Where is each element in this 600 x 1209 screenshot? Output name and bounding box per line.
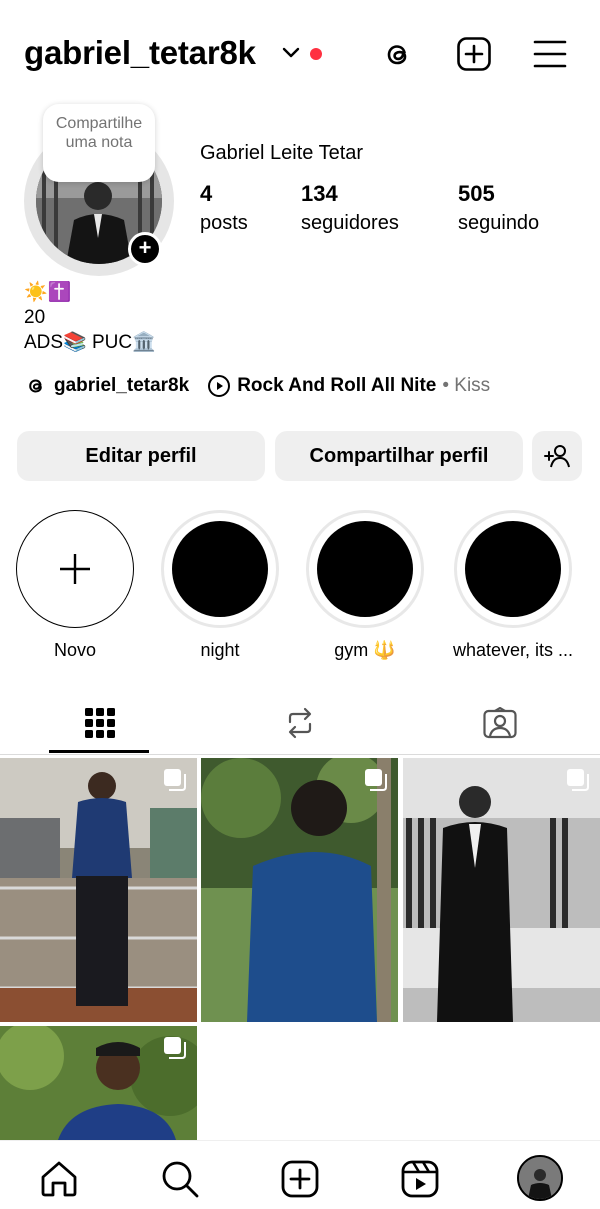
threads-icon (29, 379, 42, 393)
stat-label: seguindo (458, 212, 540, 234)
notification-dot (310, 48, 322, 60)
multiple-photos-icon (365, 769, 387, 791)
stat-posts[interactable]: 4 posts (200, 180, 248, 238)
highlight-item[interactable]: whatever, its ... (451, 510, 575, 661)
chevron-down-icon[interactable] (281, 46, 301, 60)
search-icon[interactable] (160, 1159, 200, 1199)
highlight-cover (317, 521, 413, 617)
grid-icon (85, 708, 115, 738)
note-bubble[interactable]: Compartilhe uma nota (43, 104, 155, 182)
profile-avatar[interactable] (517, 1155, 563, 1201)
highlight-label: whatever, its ... (452, 640, 574, 660)
bio: ☀️✝️ 20 ADS📚 PUC🏛️ (24, 280, 156, 355)
edit-profile-button[interactable]: Editar perfil (17, 431, 265, 481)
highlight-item[interactable]: gym 🔱 (306, 510, 424, 661)
bio-line: 20 (24, 307, 46, 328)
highlight-ring (306, 510, 424, 628)
stat-following[interactable]: 505 seguindo (458, 180, 539, 238)
tagged-icon (483, 707, 517, 739)
highlight-new[interactable]: Novo (16, 510, 134, 661)
highlight-item[interactable]: night (161, 510, 279, 661)
bio-line: ADS📚 PUC🏛️ (24, 332, 156, 353)
display-name: Gabriel Leite Tetar (200, 142, 364, 164)
username-title[interactable]: gabriel_tetar8k (24, 34, 256, 72)
stat-label: seguidores (301, 212, 399, 234)
threads-handle-link[interactable]: gabriel_tetar8k (54, 375, 189, 397)
stat-followers[interactable]: 134 seguidores (301, 180, 399, 238)
post-thumbnail[interactable] (0, 1026, 197, 1140)
highlight-cover (172, 521, 268, 617)
stat-value: 4 (200, 181, 213, 206)
tab-tagged[interactable] (400, 693, 600, 753)
add-story-button[interactable]: + (128, 232, 162, 266)
multiple-photos-icon (567, 769, 589, 791)
home-icon[interactable] (39, 1159, 79, 1199)
highlight-label: Novo (53, 640, 97, 660)
stat-value: 505 (458, 181, 495, 206)
new-highlight-circle (16, 510, 134, 628)
menu-icon[interactable] (532, 36, 568, 72)
highlight-label: night (200, 640, 240, 660)
reposts-icon (288, 707, 312, 739)
reels-icon[interactable] (400, 1159, 440, 1199)
tab-grid[interactable] (0, 693, 200, 753)
highlight-label: gym 🔱 (334, 640, 396, 660)
add-person-icon (544, 445, 570, 468)
music-artist: • Kiss (442, 375, 491, 396)
share-profile-button[interactable]: Compartilhar perfil (275, 431, 523, 481)
discover-people-button[interactable] (532, 431, 582, 481)
stat-value: 134 (301, 181, 338, 206)
multiple-photos-icon (164, 1037, 186, 1059)
threads-music-row: gabriel_tetar8k Rock And Roll All Nite •… (24, 372, 490, 400)
highlight-cover (465, 521, 561, 617)
create-icon[interactable] (280, 1159, 320, 1199)
plus-icon (60, 554, 90, 584)
tab-reposts[interactable] (200, 693, 400, 753)
post-thumbnail[interactable] (0, 758, 197, 1022)
highlight-ring (161, 510, 279, 628)
multiple-photos-icon (164, 769, 186, 791)
new-post-icon[interactable] (456, 36, 492, 72)
play-icon (208, 375, 231, 397)
tabs-divider (0, 754, 600, 755)
bio-line: ☀️✝️ (24, 282, 72, 303)
music-title-link[interactable]: Rock And Roll All Nite (237, 375, 436, 397)
profile-header: gabriel_tetar8k (0, 0, 600, 100)
active-tab-indicator (49, 750, 149, 753)
post-thumbnail[interactable] (201, 758, 398, 1022)
post-thumbnail[interactable] (403, 758, 600, 1022)
stat-label: posts (200, 212, 248, 234)
threads-icon[interactable] (380, 36, 416, 72)
highlight-ring (454, 510, 572, 628)
bottom-navigation (0, 1140, 600, 1209)
